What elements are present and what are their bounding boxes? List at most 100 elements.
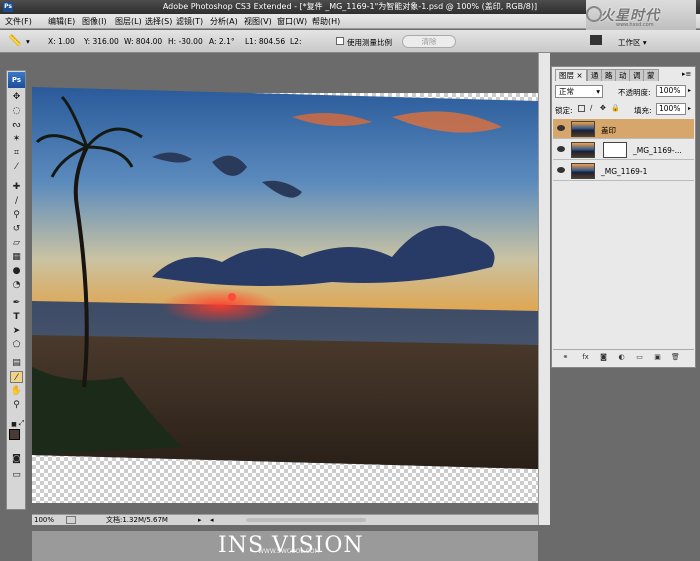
screen-mode-icon[interactable]: ▭	[10, 469, 23, 481]
eye-icon[interactable]	[557, 146, 565, 152]
eraser-tool-icon[interactable]: ▱	[10, 237, 23, 249]
blur-tool-icon[interactable]: ●	[10, 265, 23, 277]
clone-stamp-tool-icon[interactable]: ⚲	[10, 209, 23, 221]
add-mask-icon[interactable]: ◙	[599, 353, 608, 361]
menu-select[interactable]: 选择(S)	[145, 16, 172, 27]
layer-name: _MG_1169-...	[633, 146, 682, 155]
beach-sunset-photo[interactable]	[32, 87, 538, 477]
w-readout: W: 804.00	[124, 37, 163, 46]
delete-layer-icon[interactable]: 🗑	[671, 353, 680, 361]
layer-row[interactable]: _MG_1169-...	[553, 140, 694, 160]
dodge-tool-icon[interactable]: ◔	[10, 279, 23, 291]
lock-label: 锁定:	[555, 106, 573, 115]
horizontal-scroll-thumb[interactable]	[246, 518, 366, 522]
toolbox: Ps ✥ ◌ ᔓ ✶ ⌗ ⁄ ✚ ∕ ⚲ ↺ ▱ ▦ ● ◔ ✒ T ➤ ⬠ ▤…	[6, 70, 26, 510]
opacity-label: 不透明度:	[618, 88, 651, 97]
history-brush-tool-icon[interactable]: ↺	[10, 223, 23, 235]
eye-icon[interactable]	[557, 167, 565, 173]
layers-panel: 图层 × 通 路 动 调 蒙 ▸≡ 正常 ▾ 不透明度: 100% ▸ 锁定: …	[551, 66, 696, 368]
layer-style-icon[interactable]: fx	[581, 353, 590, 361]
tab-masks[interactable]: 蒙	[643, 69, 659, 81]
y-readout: Y: 316.00	[84, 37, 119, 46]
chevron-down-icon: ▾	[596, 87, 600, 96]
brush-tool-icon[interactable]: ∕	[10, 195, 23, 207]
layer-row[interactable]: _MG_1169-1	[553, 161, 694, 181]
menu-layer[interactable]: 图层(L)	[115, 16, 142, 27]
layers-panel-footer: ⚭ fx ◙ ◐ ▭ ▣ 🗑	[553, 349, 694, 363]
pen-tool-icon[interactable]: ✒	[10, 297, 23, 309]
vertical-scrollbar[interactable]	[538, 53, 550, 525]
new-group-icon[interactable]: ▭	[635, 353, 644, 361]
zoom-level[interactable]: 100%	[34, 515, 54, 525]
swap-colors-icon[interactable]: ⤢	[18, 417, 25, 429]
quick-mask-icon[interactable]: ◙	[10, 453, 23, 465]
notes-tool-icon[interactable]: ▤	[10, 357, 23, 369]
menu-image[interactable]: 图像(I)	[82, 16, 107, 27]
eye-icon[interactable]	[557, 125, 565, 131]
status-info-icon[interactable]	[66, 516, 76, 524]
l2-readout: L2:	[290, 37, 302, 46]
workspace-button[interactable]: 工作区 ▾	[588, 33, 658, 50]
watermark-url: WWW.SWCOOL.COM	[258, 548, 320, 555]
lock-transparent-icon[interactable]	[578, 105, 585, 112]
menu-help[interactable]: 帮助(H)	[312, 16, 340, 27]
foreground-color-swatch[interactable]	[9, 429, 20, 440]
gradient-tool-icon[interactable]: ▦	[10, 251, 23, 263]
workspace-label: 工作区 ▾	[618, 38, 647, 47]
layer-row[interactable]: 盖印	[553, 119, 694, 139]
clear-button[interactable]: 清除	[402, 35, 456, 48]
use-scale-checkbox[interactable]	[336, 37, 344, 45]
shape-tool-icon[interactable]: ⬠	[10, 339, 23, 351]
tool-preset-arrow-icon[interactable]: ▾	[26, 37, 30, 46]
lock-all-icon[interactable]: 🔒	[611, 104, 620, 112]
ruler-tool-icon[interactable]: 📏	[8, 34, 22, 47]
ruler-tool-icon[interactable]: ⁄	[10, 371, 23, 383]
menu-filter[interactable]: 滤镜(T)	[176, 16, 203, 27]
document-window: INS VISION WWW.SWCOOL.COM	[32, 53, 538, 561]
adjustment-layer-icon[interactable]: ◐	[617, 353, 626, 361]
move-tool-icon[interactable]: ✥	[10, 91, 23, 103]
status-menu-arrow-icon[interactable]: ▸	[198, 515, 202, 525]
path-selection-tool-icon[interactable]: ➤	[10, 325, 23, 337]
tab-layers[interactable]: 图层 ×	[555, 69, 587, 81]
menu-view[interactable]: 视图(V)	[244, 16, 272, 27]
layer-mask-thumbnail[interactable]	[603, 142, 627, 158]
zoom-tool-icon[interactable]: ⚲	[10, 399, 23, 411]
lock-position-icon[interactable]: ✥	[600, 104, 606, 112]
document-size: 文档:1.32M/5.67M	[106, 516, 168, 524]
link-layers-icon[interactable]: ⚭	[561, 353, 570, 361]
layer-thumbnail	[571, 142, 595, 158]
eyedropper-tool-icon[interactable]: ⁄	[10, 161, 23, 173]
fill-input[interactable]: 100%	[656, 103, 686, 115]
options-bar: 📏 ▾ X: 1.00 Y: 316.00 W: 804.00 H: -30.0…	[0, 30, 700, 53]
fill-arrow-icon[interactable]: ▸	[688, 105, 691, 112]
h-readout: H: -30.00	[168, 37, 203, 46]
menu-edit[interactable]: 编辑(E)	[48, 16, 75, 27]
layer-thumbnail	[571, 163, 595, 179]
menu-window[interactable]: 窗口(W)	[277, 16, 307, 27]
new-layer-icon[interactable]: ▣	[653, 353, 662, 361]
logo-url: www.hxsd.com	[616, 22, 654, 28]
healing-brush-tool-icon[interactable]: ✚	[10, 181, 23, 193]
lasso-tool-icon[interactable]: ᔓ	[10, 119, 23, 131]
marquee-tool-icon[interactable]: ◌	[10, 105, 23, 117]
workspace-icon	[590, 35, 602, 45]
opacity-input[interactable]: 100%	[656, 85, 686, 97]
menu-file[interactable]: 文件(F)	[5, 16, 32, 27]
opacity-arrow-icon[interactable]: ▸	[688, 87, 691, 94]
hand-tool-icon[interactable]: ✋	[10, 385, 23, 397]
angle-readout: A: 2.1°	[209, 37, 235, 46]
panel-menu-icon[interactable]: ▸≡	[682, 70, 691, 78]
lock-image-icon[interactable]: ∕	[590, 104, 592, 112]
blend-mode-select[interactable]: 正常 ▾	[555, 85, 603, 98]
magic-wand-tool-icon[interactable]: ✶	[10, 133, 23, 145]
type-tool-icon[interactable]: T	[10, 311, 23, 323]
layer-thumbnail	[571, 121, 595, 137]
menu-analysis[interactable]: 分析(A)	[210, 16, 238, 27]
status-bar: 100% 文档:1.32M/5.67M ▸ ◂	[32, 514, 538, 525]
ps-badge: Ps	[8, 72, 25, 88]
scroll-left-icon[interactable]: ◂	[210, 515, 214, 525]
blend-mode-value: 正常	[559, 87, 574, 96]
watermark-strip: INS VISION WWW.SWCOOL.COM	[32, 531, 538, 561]
crop-tool-icon[interactable]: ⌗	[10, 147, 23, 159]
